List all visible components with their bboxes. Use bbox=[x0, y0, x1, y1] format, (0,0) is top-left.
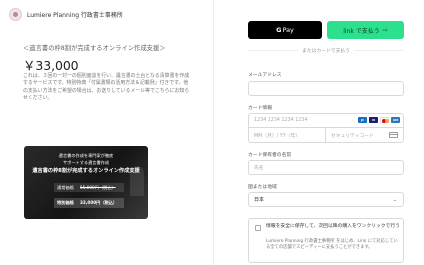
card-number-field[interactable]: 1234 1234 1234 1234 JC VI AM bbox=[249, 114, 403, 128]
cardholder-label: カード保有者の名前 bbox=[248, 153, 292, 158]
google-pay-button[interactable]: G Pay bbox=[248, 21, 322, 39]
google-pay-label: Pay bbox=[282, 26, 294, 34]
amex-icon: AM bbox=[391, 117, 400, 123]
country-select[interactable]: 日本 ⌄ bbox=[248, 192, 404, 207]
country-value: 日本 bbox=[254, 197, 265, 203]
promo-regular-label: 通常価格 bbox=[57, 184, 74, 190]
email-field[interactable] bbox=[248, 81, 404, 96]
save-info-checkbox[interactable] bbox=[255, 225, 261, 231]
product-description: これは、３回の一対一の個別面談を行い、遺言書の土台となる清算書を作成するサービス… bbox=[23, 73, 190, 102]
email-label: メールアドレス bbox=[248, 73, 282, 78]
cardholder-name-field[interactable]: 氏名 bbox=[248, 160, 404, 175]
mastercard-icon bbox=[380, 117, 389, 123]
cvc-card-icon bbox=[389, 132, 398, 138]
card-cvc-placeholder: セキュリティコード bbox=[331, 133, 374, 139]
payment-form-panel: G Pay link で支払う ⇨ またはカードで支払う メールアドレス カード… bbox=[214, 0, 424, 265]
product-name: ＜遺言書の枠8割が完成するオンライン作成支援＞ bbox=[23, 45, 166, 52]
merchant-logo bbox=[9, 8, 22, 21]
link-pay-button[interactable]: link で支払う ⇨ bbox=[327, 21, 404, 39]
card-expiry-field[interactable]: MM（月）/ YY（年） bbox=[249, 128, 326, 142]
product-price: ￥33,000 bbox=[23, 58, 79, 73]
card-cvc-field[interactable]: セキュリティコード bbox=[326, 128, 403, 142]
visa-icon: VI bbox=[369, 117, 378, 123]
separator-label: またはカードで支払う bbox=[248, 47, 404, 54]
promo-line-1: 遺言書の作成を専門家が徹底 bbox=[58, 153, 114, 158]
promo-regular-price-row: 通常価格 55,000円（税込） bbox=[54, 183, 124, 192]
promo-special-price: 33,000円（税込） bbox=[80, 200, 118, 205]
promo-regular-price: 55,000円（税込） bbox=[80, 184, 116, 190]
merchant-name: Lumiere Planning 行政書士事務所 bbox=[27, 12, 123, 19]
save-info-description: Lumiere Planning 行政書士事務所 をはじめ、Link にて対応し… bbox=[266, 239, 398, 250]
save-info-title: 情報を安全に保存して、次回以降の購入をワンクリックで行う bbox=[266, 224, 400, 229]
link-pay-label: link で支払う bbox=[343, 27, 380, 35]
product-image: 遺言書の作成を専門家が徹底 サポートする遺言書作成 遺言書の枠8割が完成するオン… bbox=[24, 146, 148, 219]
country-label: 国または地域 bbox=[248, 185, 277, 190]
arrow-right-icon: ⇨ bbox=[382, 26, 388, 34]
merchant-header: Lumiere Planning 行政書士事務所 bbox=[9, 8, 123, 21]
card-expiry-placeholder: MM（月）/ YY（年） bbox=[254, 133, 301, 139]
card-brands: JC VI AM bbox=[358, 117, 400, 123]
promo-figure bbox=[130, 166, 144, 196]
card-number-placeholder: 1234 1234 1234 1234 bbox=[254, 118, 308, 123]
promo-special-label: 特別価格 bbox=[57, 200, 74, 205]
save-info-box: 情報を安全に保存して、次回以降の購入をワンクリックで行う Lumiere Pla… bbox=[248, 218, 404, 263]
jcb-icon: JC bbox=[358, 117, 367, 123]
cardholder-placeholder: 氏名 bbox=[254, 166, 264, 171]
card-info-label: カード情報 bbox=[248, 106, 272, 111]
chevron-down-icon: ⌄ bbox=[392, 196, 397, 203]
promo-special-price-row: 特別価格 33,000円（税込） bbox=[54, 198, 124, 208]
card-info-group: 1234 1234 1234 1234 JC VI AM MM（月）/ YY（年… bbox=[248, 113, 404, 143]
promo-line-2: サポートする遺言書作成 bbox=[62, 160, 110, 165]
product-summary-panel: Lumiere Planning 行政書士事務所 ＜遺言書の枠8割が完成するオン… bbox=[0, 0, 213, 265]
google-g-icon: G bbox=[276, 26, 282, 34]
